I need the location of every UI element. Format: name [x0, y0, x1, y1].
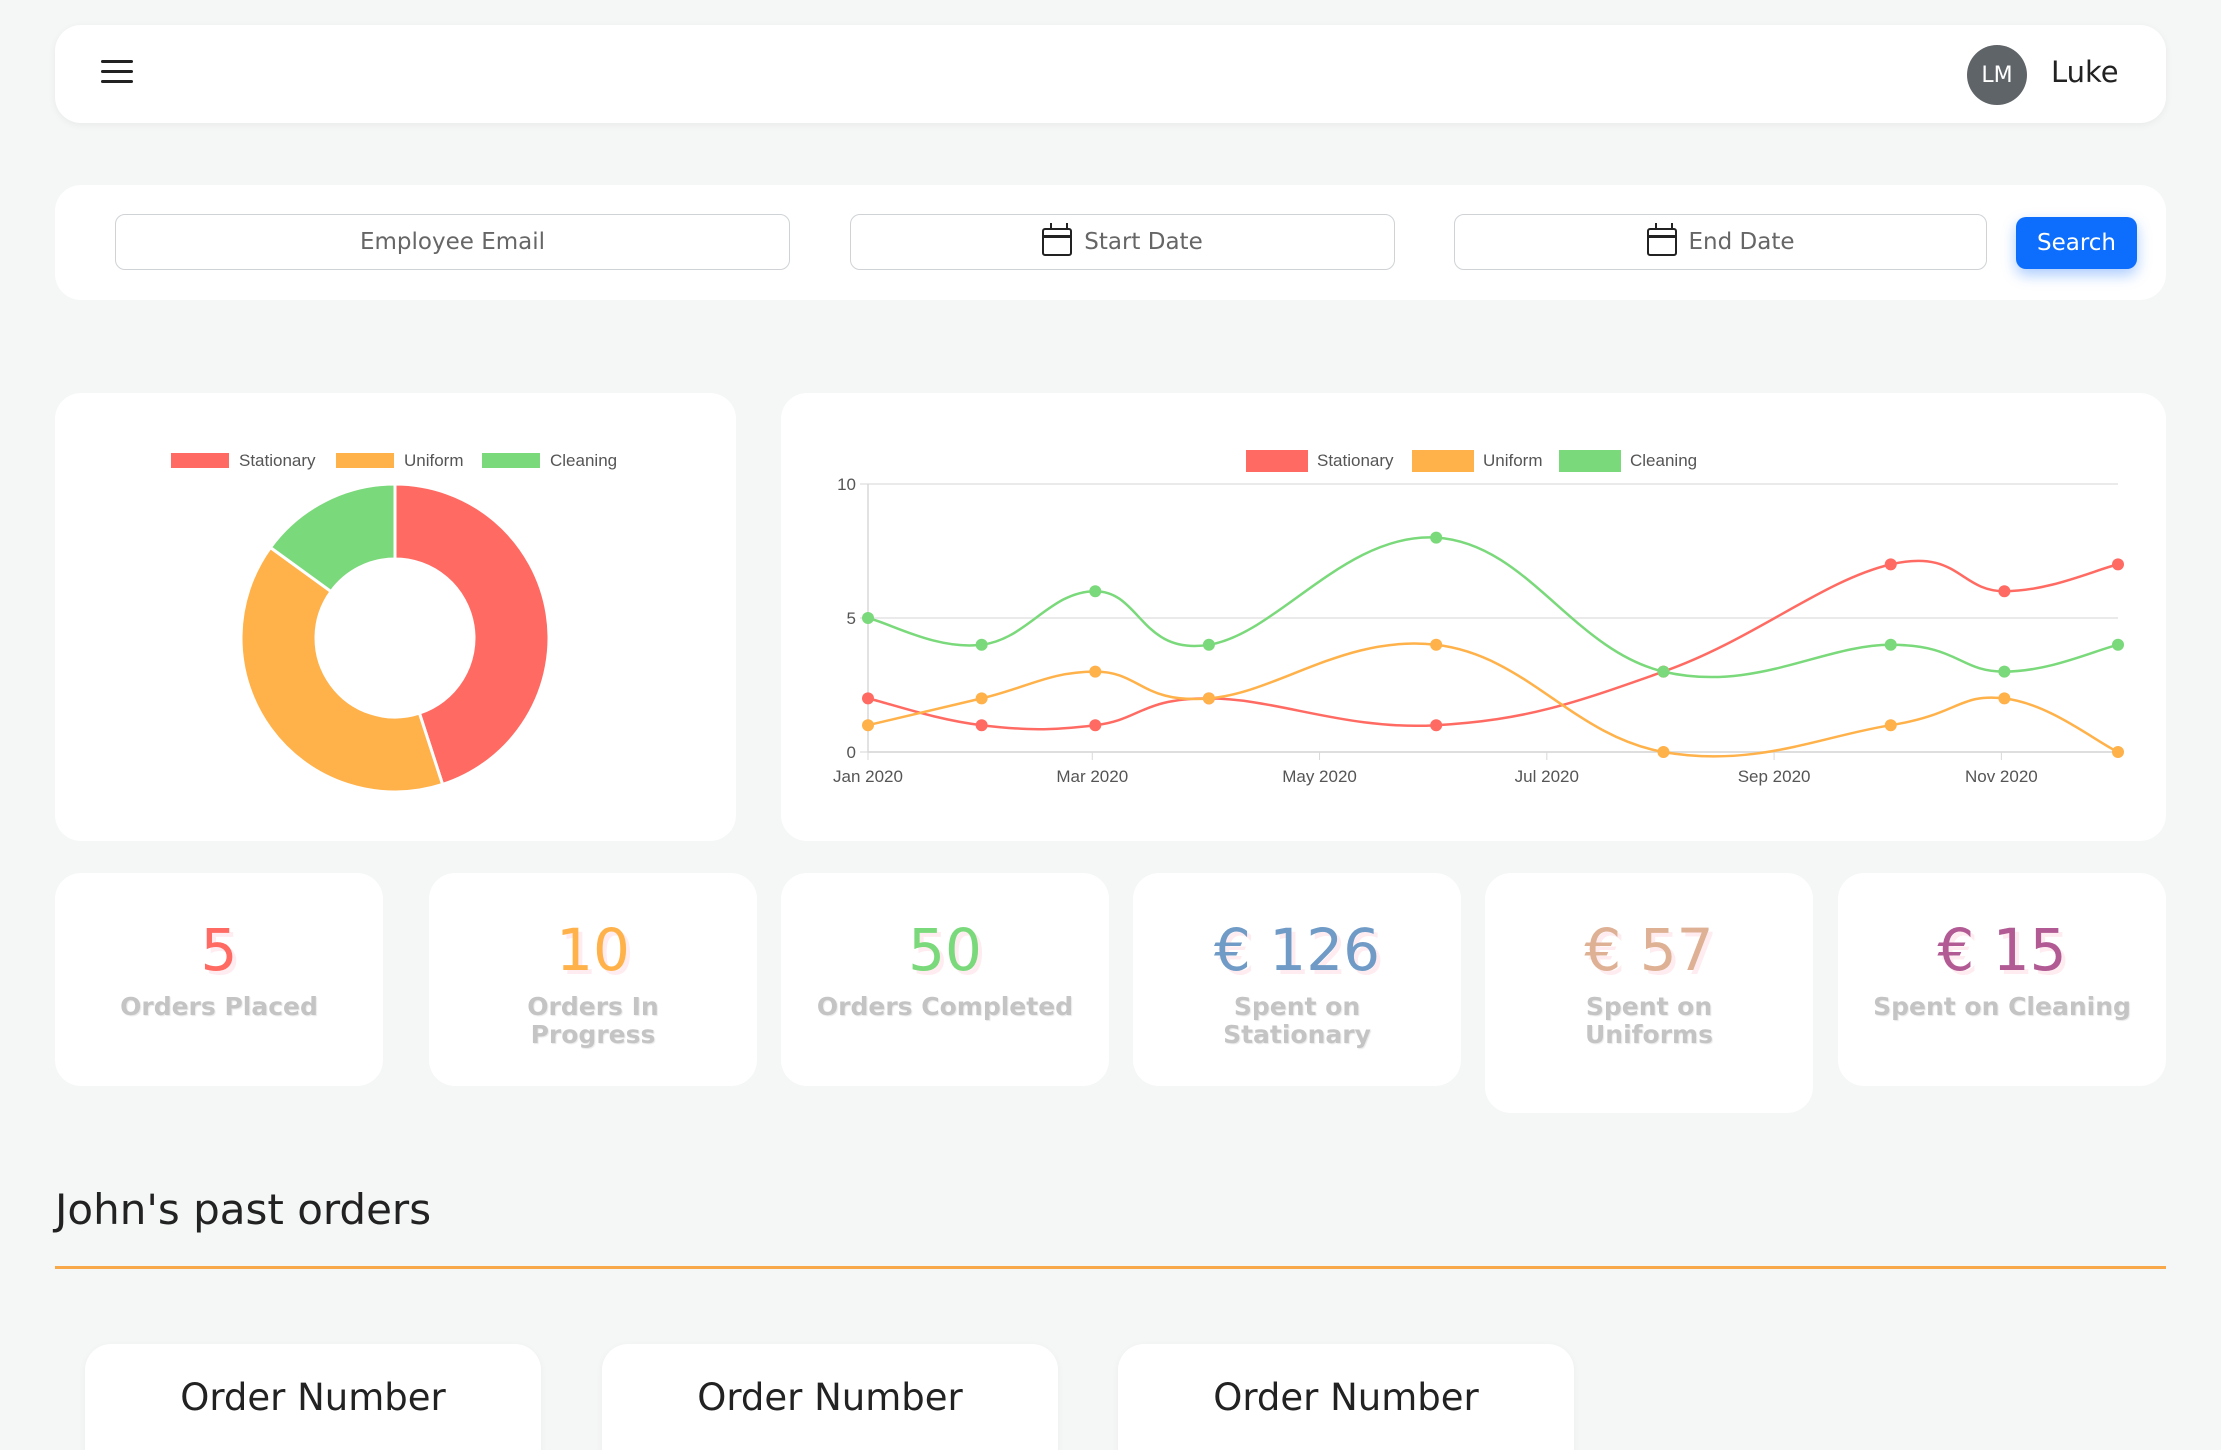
- legend-swatch: [482, 453, 540, 468]
- stat-label: Spent on Uniforms: [1585, 992, 1713, 1049]
- legend-label: Cleaning: [550, 451, 617, 470]
- stat-card-orders-in-progress: 10 Orders In Progress: [429, 873, 757, 1086]
- heading-divider: [55, 1266, 2166, 1269]
- data-point-cleaning: [2112, 638, 2124, 651]
- line-chart-card: Stationary Uniform Cleaning 10 5 0 Jan 2020 Mar…: [781, 393, 2166, 841]
- donut-chart-card: Stationary Uniform Cleaning: [55, 393, 736, 841]
- data-point-cleaning: [1884, 638, 1897, 651]
- data-point-uniform: [1657, 746, 1670, 758]
- legend-label: Stationary: [239, 451, 316, 470]
- order-number-title: Order Number: [1213, 1376, 1479, 1419]
- series-line-uniform: [867, 642, 2119, 758]
- data-point-uniform: [1089, 665, 1102, 678]
- series-line-cleaning: [867, 536, 2119, 679]
- order-card[interactable]: Order Number: [602, 1344, 1058, 1450]
- data-point-cleaning: [1089, 585, 1102, 598]
- data-point-cleaning: [862, 612, 874, 624]
- data-point-uniform: [1998, 692, 2011, 705]
- data-point-stationary: [862, 692, 874, 705]
- hamburger-menu-icon[interactable]: [101, 60, 135, 88]
- legend-label: Uniform: [404, 451, 464, 470]
- data-point-stationary: [1089, 719, 1102, 732]
- stat-value: € 57: [1584, 916, 1714, 984]
- legend-swatch: [1559, 450, 1621, 472]
- legend-label: Cleaning: [1630, 451, 1697, 470]
- stat-value: € 15: [1937, 916, 2067, 984]
- user-name[interactable]: Luke: [2051, 55, 2119, 89]
- search-button[interactable]: Search: [2016, 217, 2137, 269]
- data-point-uniform: [1884, 719, 1897, 732]
- stat-value: 5: [200, 916, 238, 984]
- calendar-icon: [1646, 223, 1677, 256]
- legend-label: Uniform: [1483, 451, 1543, 470]
- start-date-input[interactable]: Start Date: [850, 214, 1395, 270]
- data-point-stationary: [1430, 719, 1443, 732]
- donut-chart: Stationary Uniform Cleaning: [171, 451, 617, 794]
- stat-card-orders-placed: 5 Orders Placed: [55, 873, 383, 1086]
- line-chart: Stationary Uniform Cleaning 10 5 0 Jan 2020 Mar…: [833, 450, 2124, 786]
- stat-value: 10: [556, 916, 630, 984]
- x-tick-label: Sep 2020: [1738, 767, 1811, 786]
- avatar[interactable]: LM: [1967, 45, 2027, 105]
- stat-value: 50: [908, 916, 982, 984]
- employee-email-placeholder: Employee Email: [359, 229, 546, 255]
- legend-label: Stationary: [1317, 451, 1394, 470]
- stat-label: Spent on Cleaning: [1873, 992, 2131, 1021]
- x-tick-label: Mar 2020: [1056, 767, 1128, 786]
- order-card[interactable]: Order Number: [85, 1344, 541, 1450]
- data-point-uniform: [975, 692, 988, 705]
- data-point-cleaning: [975, 638, 988, 651]
- data-point-cleaning: [1998, 665, 2011, 678]
- data-point-cleaning: [1430, 531, 1443, 544]
- stat-label: Orders Placed: [120, 992, 318, 1021]
- data-point-stationary: [1998, 585, 2011, 598]
- filter-bar: Employee Email Start Date End Date Searc…: [55, 185, 2166, 300]
- data-point-stationary: [2112, 558, 2124, 571]
- data-point-uniform: [2112, 746, 2124, 758]
- stat-value: € 126: [1213, 916, 1381, 984]
- order-number-title: Order Number: [697, 1376, 963, 1419]
- past-orders-heading: John's past orders: [55, 1185, 432, 1234]
- x-tick-label: May 2020: [1282, 767, 1357, 786]
- y-tick-label: 0: [847, 743, 856, 762]
- donut-slice-uniform: [239, 545, 445, 794]
- stat-card-spent-uniforms: € 57 Spent on Uniforms: [1485, 873, 1813, 1113]
- legend-swatch: [171, 453, 229, 468]
- data-point-cleaning: [1202, 638, 1215, 651]
- stat-card-spent-stationary: € 126 Spent on Stationary: [1133, 873, 1461, 1086]
- y-tick-label: 10: [837, 475, 856, 494]
- legend-swatch: [336, 453, 394, 468]
- data-point-uniform: [1430, 638, 1443, 651]
- legend-swatch: [1412, 450, 1474, 472]
- data-point-stationary: [975, 719, 988, 732]
- stat-card-orders-completed: 50 Orders Completed: [781, 873, 1109, 1086]
- order-card[interactable]: Order Number: [1118, 1344, 1574, 1450]
- end-date-input[interactable]: End Date: [1454, 214, 1987, 270]
- x-tick-label: Jan 2020: [833, 767, 903, 786]
- stat-label: Orders In Progress: [527, 992, 659, 1049]
- top-navbar: LM Luke: [55, 25, 2166, 123]
- stat-label: Spent on Stationary: [1223, 992, 1371, 1049]
- series-line-stationary: [867, 559, 2119, 731]
- start-date-placeholder: Start Date: [1084, 229, 1203, 255]
- data-point-cleaning: [1657, 665, 1670, 678]
- end-date-placeholder: End Date: [1688, 229, 1795, 255]
- y-tick-label: 5: [847, 609, 856, 628]
- calendar-icon: [1042, 223, 1073, 256]
- order-number-title: Order Number: [180, 1376, 446, 1419]
- employee-email-input[interactable]: Employee Email: [115, 214, 790, 270]
- stat-card-spent-cleaning: € 15 Spent on Cleaning: [1838, 873, 2166, 1086]
- data-point-stationary: [1884, 558, 1897, 571]
- stat-label: Orders Completed: [816, 992, 1074, 1021]
- data-point-uniform: [1202, 692, 1215, 705]
- legend-swatch: [1246, 450, 1308, 472]
- x-tick-label: Nov 2020: [1965, 767, 2038, 786]
- x-tick-label: Jul 2020: [1515, 767, 1579, 786]
- data-point-uniform: [862, 719, 874, 732]
